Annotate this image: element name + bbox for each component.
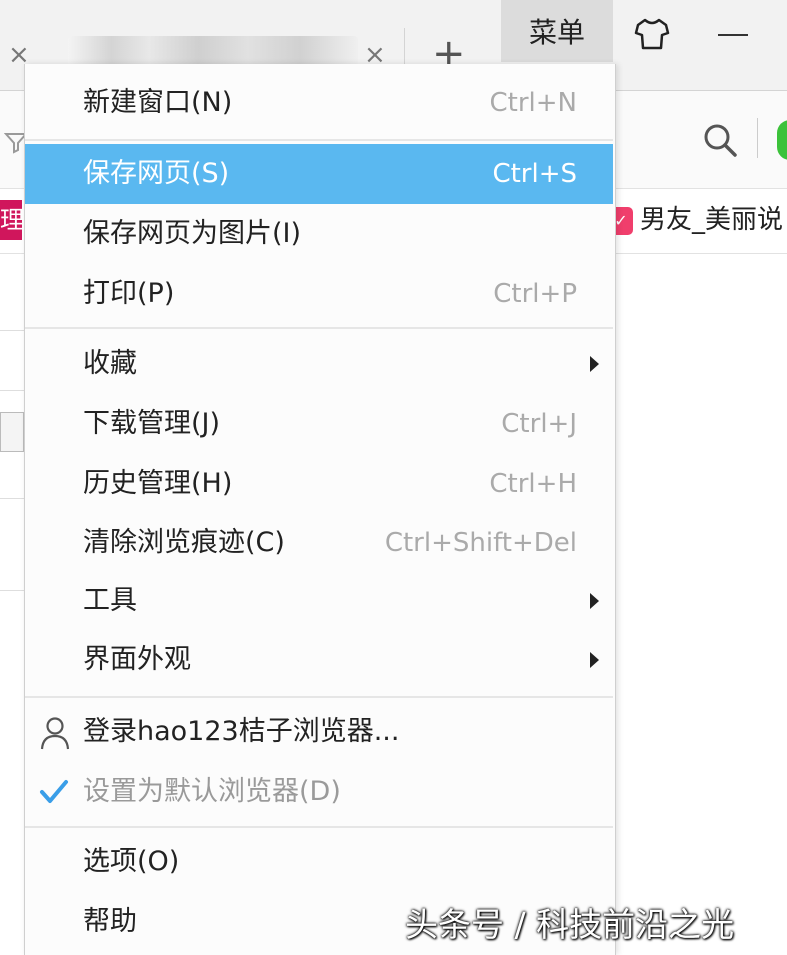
- menu-separator: [25, 696, 613, 698]
- menu-item-set-default-browser[interactable]: 设置为默认浏览器(D): [25, 762, 613, 822]
- submenu-arrow-icon: [590, 652, 599, 668]
- page-divider: [0, 330, 26, 331]
- menu-item-tools[interactable]: 工具: [25, 571, 613, 631]
- menu-item-shortcut: Ctrl+N: [489, 88, 578, 118]
- skin-shirt-icon[interactable]: [632, 14, 672, 54]
- image-thumbnail-icon: [0, 412, 24, 452]
- menu-item-label: 界面外观: [83, 644, 191, 675]
- menu-item-label: 工具: [83, 585, 137, 616]
- submenu-arrow-icon: [590, 593, 599, 609]
- menu-item-shortcut: Ctrl+H: [489, 469, 577, 499]
- menu-item-login[interactable]: 登录hao123桔子浏览器...: [25, 702, 613, 762]
- menu-item-new-window[interactable]: 新建窗口(N) Ctrl+N: [25, 73, 613, 133]
- menu-button[interactable]: 菜单: [501, 0, 613, 62]
- menu-item-shortcut: Ctrl+P: [493, 279, 577, 309]
- blurred-tab-title[interactable]: [68, 36, 358, 66]
- menu-item-label: 打印(P): [83, 278, 175, 309]
- menu-separator: [25, 327, 613, 329]
- page-divider: [0, 498, 26, 499]
- menu-separator: [25, 139, 613, 141]
- minimize-button[interactable]: [718, 34, 748, 36]
- menu-item-history-manager[interactable]: 历史管理(H) Ctrl+H: [25, 454, 613, 514]
- menu-item-favorites[interactable]: 收藏: [25, 334, 613, 394]
- menu-item-save-page-as-image[interactable]: 保存网页为图片(I): [25, 204, 613, 264]
- menu-item-download-manager[interactable]: 下载管理(J) Ctrl+J: [25, 394, 613, 454]
- menu-item-label: 帮助: [83, 906, 137, 937]
- menu-item-label: 保存网页为图片(I): [83, 218, 302, 249]
- watermark-text: 头条号 / 科技前沿之光: [405, 905, 735, 944]
- search-icon[interactable]: [700, 120, 740, 160]
- menu-item-print[interactable]: 打印(P) Ctrl+P: [25, 264, 613, 324]
- menu-item-label: 选项(O): [83, 846, 180, 877]
- menu-item-label: 新建窗口(N): [83, 87, 233, 118]
- menu-item-shortcut: Ctrl+Shift+Del: [384, 528, 577, 558]
- browser-main-menu: 新建窗口(N) Ctrl+N 保存网页(S) Ctrl+S 保存网页为图片(I)…: [24, 64, 616, 955]
- menu-item-clear-browsing-data[interactable]: 清除浏览痕迹(C) Ctrl+Shift+Del: [25, 513, 613, 573]
- menu-item-shortcut: Ctrl+J: [501, 409, 577, 439]
- user-icon: [40, 717, 70, 750]
- menu-item-options[interactable]: 选项(O): [25, 832, 613, 892]
- favorite-item-label[interactable]: 男友_美丽说: [640, 200, 783, 240]
- menu-item-shortcut: Ctrl+S: [492, 159, 577, 189]
- submenu-arrow-icon: [590, 356, 599, 372]
- extension-icon[interactable]: [777, 120, 787, 160]
- menu-item-save-page[interactable]: 保存网页(S) Ctrl+S: [25, 144, 613, 204]
- menu-item-label: 设置为默认浏览器(D): [83, 776, 341, 807]
- menu-item-label: 下载管理(J): [83, 408, 221, 439]
- menu-item-label: 登录hao123桔子浏览器...: [83, 716, 400, 747]
- menu-separator: [25, 826, 613, 828]
- menu-item-label: 收藏: [83, 348, 137, 379]
- page-divider: [0, 590, 26, 591]
- favorite-item-left[interactable]: 理: [0, 200, 22, 240]
- address-divider: [757, 118, 758, 158]
- menu-item-label: 保存网页(S): [83, 158, 230, 189]
- checkmark-icon: [40, 780, 68, 803]
- menu-item-appearance[interactable]: 界面外观: [25, 630, 613, 690]
- menu-item-label: 历史管理(H): [83, 468, 233, 499]
- menu-item-label: 清除浏览痕迹(C): [83, 527, 285, 558]
- page-divider: [0, 390, 26, 391]
